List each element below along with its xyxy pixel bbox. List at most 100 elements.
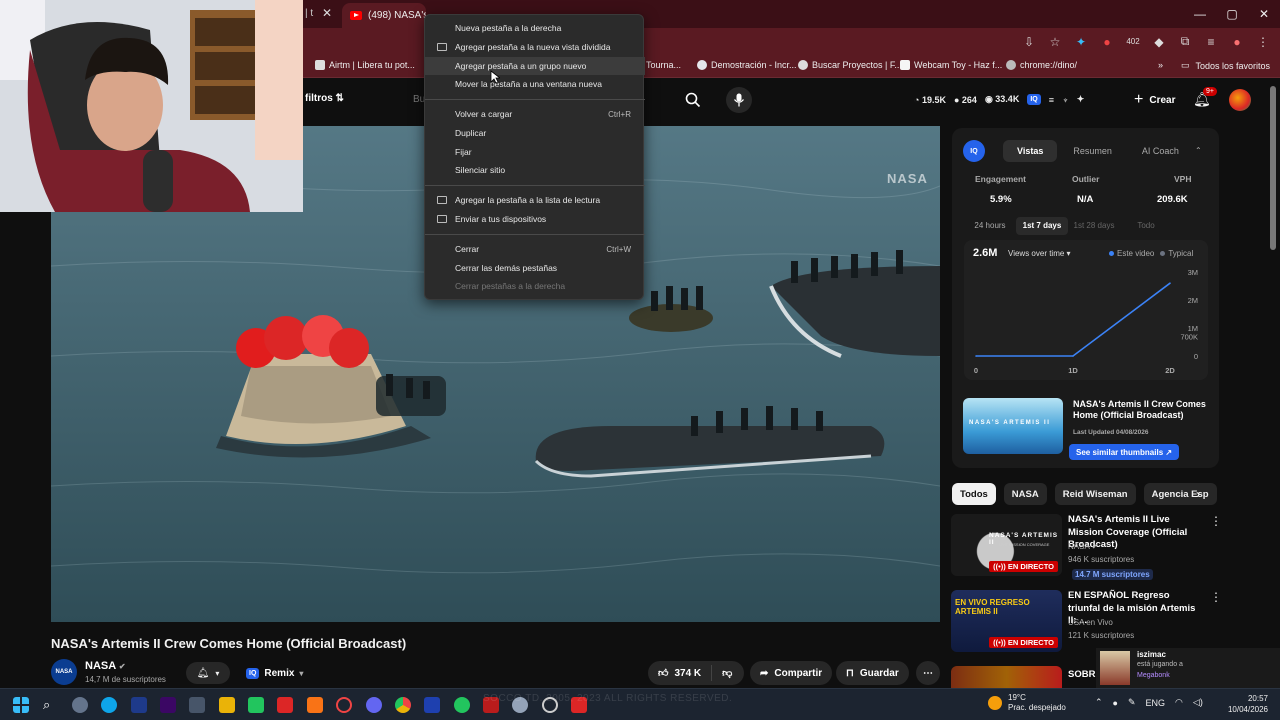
extension-count-icon[interactable]: 402 <box>1126 37 1140 46</box>
menu-item-reading-list[interactable]: Agregar la pestaña a la lista de lectura <box>425 191 645 209</box>
extension-red-icon[interactable]: ● <box>1100 35 1114 49</box>
bookmark-item[interactable]: Airtm | Libera tu pot... <box>315 60 415 70</box>
more-icon[interactable]: ⋮ <box>1210 590 1222 604</box>
account-avatar[interactable] <box>1229 89 1251 111</box>
time-tab-all[interactable]: Todo <box>1120 217 1172 235</box>
chip-agencia[interactable]: Agencia Esp <box>1143 483 1217 505</box>
more-icon[interactable]: ⋮ <box>1210 514 1222 528</box>
stream-notification[interactable]: iszimac está jugando a Megabonk <box>1096 648 1280 688</box>
menu-item-split-view[interactable]: Agregar pestaña a la nueva vista dividid… <box>425 38 645 56</box>
time-tab-24h[interactable]: 24 hours <box>964 217 1016 235</box>
app-d-icon[interactable] <box>277 697 293 713</box>
share-button[interactable]: ➦ Compartir <box>750 661 833 685</box>
tab-views[interactable]: Vistas <box>1003 140 1058 162</box>
menu-item-send-to-devices[interactable]: Enviar a tus dispositivos <box>425 210 645 228</box>
remix-button[interactable]: IQ Remix ▾ <box>240 662 313 684</box>
recommendation-thumbnail[interactable]: NASA'S ARTEMIS II LIVE MISSION COVERAGE … <box>951 514 1062 576</box>
thumbnail-card-image[interactable]: NASA'S ARTEMIS II <box>963 398 1063 454</box>
browser-menu-icon[interactable]: ⋮ <box>1256 35 1270 49</box>
bookmark-item[interactable]: Webcam Toy - Haz f... <box>900 60 1002 70</box>
sparkle-icon[interactable]: ✦ <box>1077 94 1085 105</box>
calculator-icon[interactable] <box>189 697 205 713</box>
chip-nasa[interactable]: NASA <box>1003 483 1047 505</box>
all-bookmarks[interactable]: ▭ Todos los favoritos <box>1181 60 1270 71</box>
search-icon[interactable] <box>680 89 706 111</box>
extensions-puzzle-icon[interactable]: ⧉ <box>1178 34 1192 49</box>
bookmark-item[interactable]: Demostración - Incr... <box>697 60 797 70</box>
recommendation-item[interactable]: EN VIVO REGRESO ARTEMIS II ((•)) EN DIRE… <box>951 590 1222 652</box>
list-icon[interactable]: ≡ <box>1049 95 1054 105</box>
extension-icon[interactable]: ✦ <box>1074 35 1088 49</box>
microphone-icon[interactable] <box>726 87 752 113</box>
time-tab-7d[interactable]: 1st 7 days <box>1016 217 1068 235</box>
premiere-icon[interactable] <box>160 697 176 713</box>
minimize-icon[interactable]: — <box>1184 0 1216 28</box>
windows-start-icon[interactable] <box>13 697 29 713</box>
menu-item-close-others[interactable]: Cerrar las demás pestañas <box>425 259 645 277</box>
brave-icon[interactable] <box>307 697 323 713</box>
bookmark-item[interactable]: chrome://dino/ <box>1006 60 1077 70</box>
tab-ai-coach[interactable]: AI Coach <box>1128 140 1193 162</box>
tab-close-icon[interactable]: ✕ <box>322 6 332 20</box>
copilot-icon[interactable] <box>72 697 88 713</box>
chip-reid-wiseman[interactable]: Reid Wiseman <box>1054 483 1136 505</box>
wifi-icon[interactable]: ◠ <box>1175 697 1183 708</box>
tray-chevron-icon[interactable]: ⌃ <box>1095 697 1103 708</box>
close-window-icon[interactable]: ✕ <box>1248 0 1280 28</box>
tray-app-icon[interactable]: ● <box>1113 698 1118 708</box>
tab-summary[interactable]: Resumen <box>1059 140 1126 162</box>
subscription-bell-button[interactable]: 🔔︎ ▾ <box>186 662 230 684</box>
discord-icon[interactable] <box>366 697 382 713</box>
bookmark-item[interactable]: Buscar Proyectos | F... <box>798 60 902 70</box>
search-icon[interactable]: ⌕ <box>43 697 59 713</box>
media-control-icon[interactable]: ≡ <box>1204 35 1218 49</box>
like-button[interactable]: 👍︎ 374 K <box>648 665 713 681</box>
extension-diamond-icon[interactable]: ◆ <box>1152 35 1166 49</box>
channel-name[interactable]: NASA ✔ <box>85 660 126 672</box>
tab-youtube[interactable]: (498) NASA's Art <box>342 3 426 28</box>
volume-icon[interactable]: ◁) <box>1193 697 1203 708</box>
chrome-icon[interactable] <box>395 697 411 713</box>
menu-item-mute-site[interactable]: Silenciar sitio <box>425 161 645 179</box>
profile-icon[interactable]: ● <box>1230 35 1244 49</box>
spotify-icon[interactable] <box>454 697 470 713</box>
bookmark-star-icon[interactable]: ☆ <box>1048 35 1062 49</box>
tray-pen-icon[interactable]: ✎ <box>1128 697 1136 708</box>
menu-item-duplicate[interactable]: Duplicar <box>425 124 645 142</box>
recommendation-thumbnail[interactable] <box>951 666 1062 688</box>
taskbar-clock[interactable]: 20:57 10/04/2026 <box>1226 693 1268 715</box>
menu-item-new-tab-right[interactable]: Nueva pestaña a la derecha <box>425 19 645 37</box>
more-actions-icon[interactable]: ⋯ <box>916 661 940 685</box>
save-button[interactable]: ⊓ Guardar <box>836 661 909 685</box>
language-indicator[interactable]: ENG <box>1146 698 1166 708</box>
dislike-button[interactable]: 👎︎ <box>712 667 742 679</box>
channel-avatar[interactable]: NASA <box>51 659 77 685</box>
tab-partial-text[interactable]: | t <box>305 8 313 19</box>
see-similar-thumbnails-button[interactable]: See similar thumbnails ↗ <box>1069 444 1180 460</box>
iq-chip[interactable]: IQ <box>1027 94 1041 105</box>
file-explorer-icon[interactable] <box>219 697 235 713</box>
menu-item-reload[interactable]: Volver a cargar Ctrl+R <box>425 105 645 123</box>
menu-item-add-to-group[interactable]: Agregar pestaña a un grupo nuevo <box>425 57 645 75</box>
weather-widget[interactable]: 19°C Prac. despejado <box>1008 693 1066 713</box>
time-tab-28d[interactable]: 1st 28 days <box>1068 217 1120 235</box>
install-icon[interactable]: ⇩ <box>1022 35 1036 49</box>
maximize-icon[interactable]: ▢ <box>1216 0 1248 28</box>
create-button[interactable]: + Crear <box>1124 88 1185 112</box>
bookmark-item[interactable]: Tourna... <box>646 60 681 70</box>
photoshop-icon[interactable] <box>131 697 147 713</box>
collapse-icon[interactable]: ⌃ <box>1195 146 1202 155</box>
edge-icon[interactable] <box>101 697 117 713</box>
recommendation-item[interactable]: NASA'S ARTEMIS II LIVE MISSION COVERAGE … <box>951 514 1222 580</box>
bulb-icon[interactable]: ♆ <box>1062 95 1069 105</box>
chevron-right-icon[interactable]: › <box>1196 487 1200 501</box>
bookmarks-overflow-icon[interactable]: » <box>1158 60 1163 70</box>
xbox-icon[interactable] <box>248 697 264 713</box>
menu-item-move-to-window[interactable]: Mover la pestaña a una ventana nueva <box>425 75 645 93</box>
steam-icon[interactable] <box>424 697 440 713</box>
menu-item-close[interactable]: Cerrar Ctrl+W <box>425 240 645 258</box>
recommendation-thumbnail[interactable]: EN VIVO REGRESO ARTEMIS II ((•)) EN DIRE… <box>951 590 1062 652</box>
opera-icon[interactable] <box>336 697 352 713</box>
menu-item-pin[interactable]: Fijar <box>425 143 645 161</box>
page-scrollbar[interactable] <box>1270 86 1276 250</box>
